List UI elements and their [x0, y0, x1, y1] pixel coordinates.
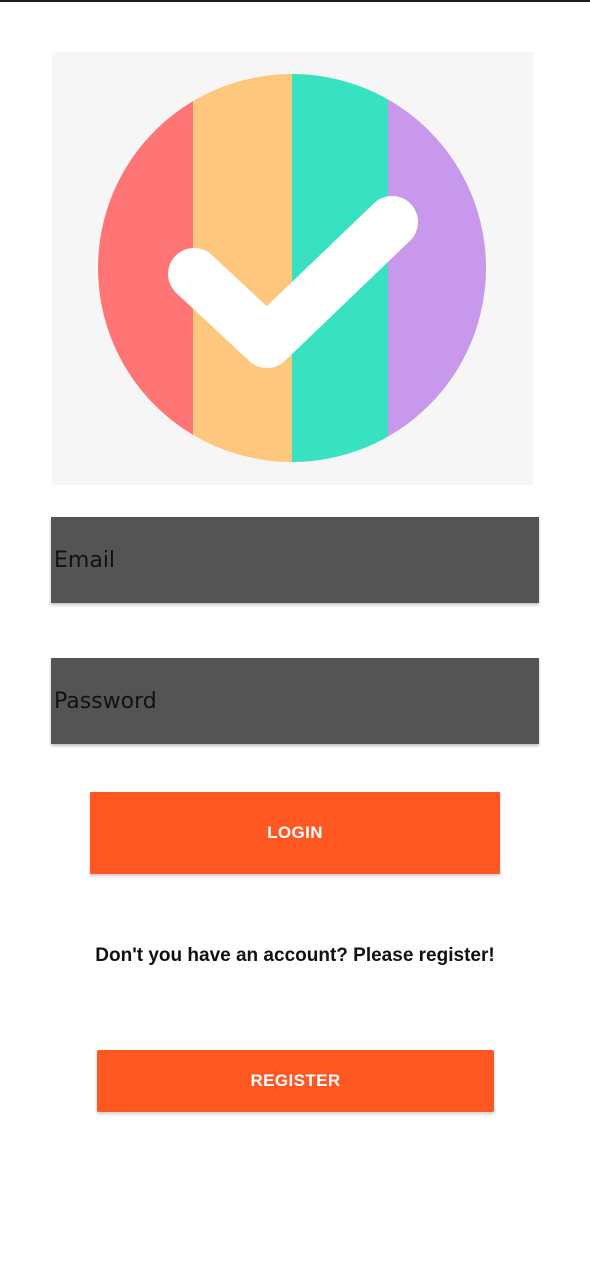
- password-field[interactable]: Password: [51, 658, 539, 744]
- app-logo: [52, 52, 533, 485]
- status-bar-divider: [0, 0, 590, 2]
- register-button[interactable]: REGISTER: [97, 1050, 494, 1112]
- password-placeholder: Password: [54, 689, 157, 714]
- login-button[interactable]: LOGIN: [90, 792, 500, 874]
- email-placeholder: Email: [54, 548, 116, 573]
- register-prompt: Don't you have an account? Please regist…: [95, 945, 495, 966]
- email-field[interactable]: Email: [51, 517, 539, 603]
- checkmark-circle-icon: [98, 74, 486, 462]
